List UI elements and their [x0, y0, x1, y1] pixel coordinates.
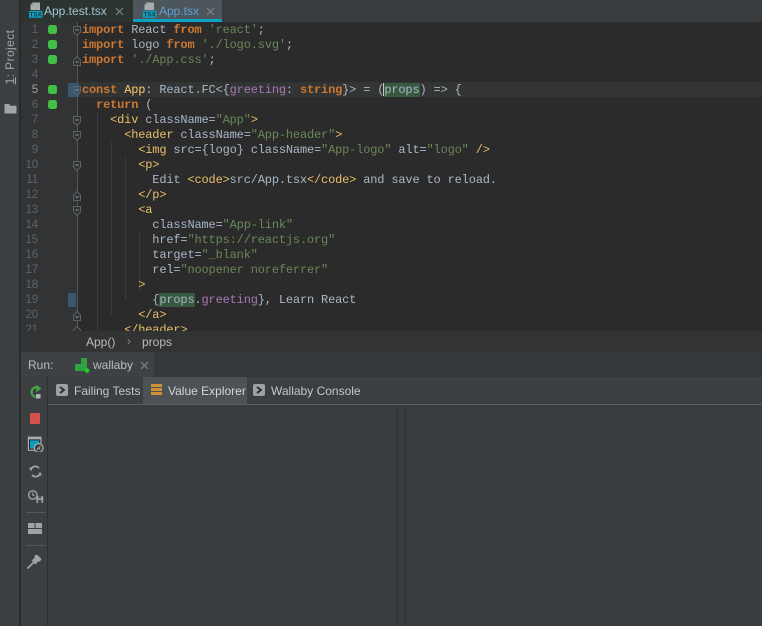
- svg-text:TSX: TSX: [144, 12, 157, 18]
- svg-text:TSX: TSX: [30, 12, 43, 18]
